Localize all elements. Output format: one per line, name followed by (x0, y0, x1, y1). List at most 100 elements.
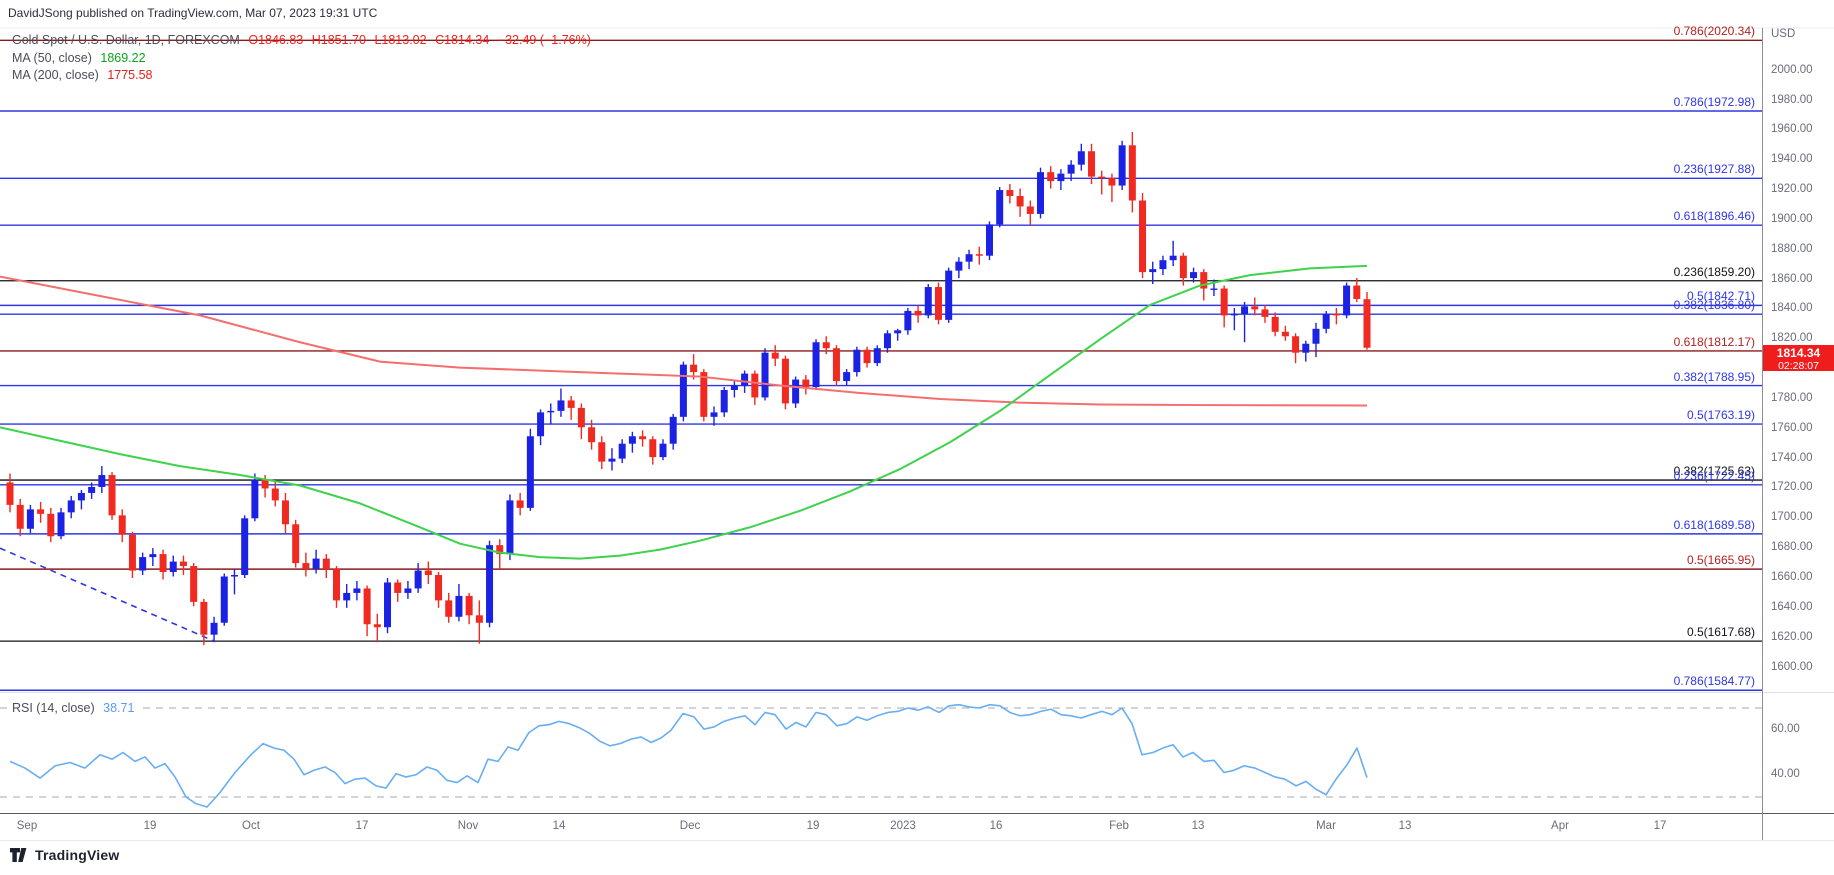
candle-body (1302, 344, 1309, 353)
fib-label: 0.236(1859.20) (1674, 265, 1755, 279)
candle-body (98, 475, 105, 487)
candle-body (343, 593, 350, 600)
fib-lines-layer (0, 40, 1762, 690)
candle-body (986, 224, 993, 255)
ohlc-low: L1813.02 (374, 33, 426, 47)
price-tick-label: 2000.00 (1771, 64, 1813, 76)
ma50-legend[interactable]: MA (50, close) 1869.22 (12, 51, 146, 65)
change-value: −32.49 (−1.76%) (498, 33, 591, 47)
time-axis-label: Apr (1551, 820, 1569, 832)
last-price-badge: 1814.34 02:28:07 (1763, 345, 1834, 371)
price-tick-label: 1620.00 (1771, 631, 1813, 643)
candle-body (27, 509, 34, 528)
fib-label: 0.5(1763.19) (1687, 408, 1755, 422)
price-tick-label: 1980.00 (1771, 94, 1813, 106)
candle-body (711, 412, 718, 416)
candle-body (313, 559, 320, 569)
candle-body (557, 400, 564, 410)
candle-body (119, 515, 126, 534)
fib-label: 0.236(1927.88) (1674, 162, 1755, 176)
candle-body (1037, 172, 1044, 214)
candle-body (996, 190, 1003, 224)
candle-body (58, 512, 65, 536)
candle-body (1261, 309, 1268, 316)
tradingview-chart-window: DavidJSong published on TradingView.com,… (0, 0, 1834, 875)
fib-label: 0.618(1689.58) (1674, 518, 1755, 532)
candle-body (935, 287, 942, 320)
fib-label: 0.382(1836.80) (1674, 298, 1755, 312)
candle-body (700, 372, 707, 417)
candle-body (1221, 289, 1228, 316)
candle-body (486, 545, 493, 623)
tradingview-logo-text: TradingView (35, 847, 119, 863)
rsi-levels-layer (0, 708, 1762, 797)
candle-body (731, 386, 738, 390)
ohlc-open: O1846.83 (248, 33, 303, 47)
price-tick-label: 1640.00 (1771, 601, 1813, 613)
tradingview-logo[interactable]: TradingView (10, 847, 119, 863)
candle-body (884, 333, 891, 348)
price-tick-label: 1600.00 (1771, 661, 1813, 673)
fib-label: 0.618(1896.46) (1674, 209, 1755, 223)
candle-body (37, 509, 44, 513)
candle-body (333, 569, 340, 600)
candle-body (864, 350, 871, 363)
candle-body (649, 439, 656, 457)
candle-body (292, 524, 299, 563)
ma50-label: MA (50, close) (12, 51, 92, 65)
candle-body (904, 311, 911, 330)
symbol-legend[interactable]: Gold Spot / U.S. Dollar, 1D, FOREXCOM O1… (12, 33, 591, 47)
time-axis-label: Nov (458, 820, 478, 832)
candle-body (802, 380, 809, 387)
candle-body (17, 505, 24, 529)
time-axis-label: 19 (807, 820, 820, 832)
ma200-label: MA (200, close) (12, 68, 99, 82)
candle-body (211, 623, 218, 635)
rsi-tick-label: 60.00 (1771, 723, 1800, 735)
candle-body (476, 615, 483, 622)
rsi-legend[interactable]: RSI (14, close) 38.71 (12, 701, 138, 715)
time-axis-label: 2023 (890, 820, 916, 832)
candle-body (466, 596, 473, 615)
candle-body (1149, 269, 1156, 272)
candle-body (425, 571, 432, 575)
candle-body (139, 557, 146, 570)
fib-label: 0.786(1584.77) (1674, 674, 1755, 688)
candle-body (1272, 317, 1279, 332)
candle-body (190, 566, 197, 602)
candle-body (445, 600, 452, 616)
chart-canvas[interactable] (0, 0, 1834, 875)
candle-body (1251, 306, 1258, 309)
fib-label: 0.5(1665.95) (1687, 553, 1755, 567)
candle-body (598, 442, 605, 461)
candle-body (68, 500, 75, 512)
fib-label: 0.786(1972.98) (1674, 95, 1755, 109)
candle-body (455, 596, 462, 617)
candle-body (506, 500, 513, 554)
fib-label: 0.236(1722.45) (1674, 469, 1755, 483)
candle-body (853, 350, 860, 372)
candle-body (272, 488, 279, 500)
candle-body (843, 372, 850, 381)
candle-body (1292, 336, 1299, 352)
rsi-label: RSI (14, close) (12, 701, 95, 715)
candle-body (1068, 165, 1075, 174)
time-axis-label: 17 (1654, 820, 1667, 832)
price-tick-label: 1960.00 (1771, 123, 1813, 135)
candle-body (1190, 272, 1197, 278)
last-price-value: 1814.34 (1763, 345, 1834, 359)
candle-body (690, 365, 697, 372)
candle-body (833, 348, 840, 381)
candle-body (1027, 206, 1034, 213)
candle-body (527, 436, 534, 508)
candle-body (364, 588, 371, 624)
price-tick-label: 1720.00 (1771, 481, 1813, 493)
candle-body (1333, 314, 1340, 315)
candle-body (629, 436, 636, 443)
candle-body (1180, 256, 1187, 278)
ma200-legend[interactable]: MA (200, close) 1775.58 (12, 68, 153, 82)
candle-body (925, 287, 932, 315)
candle-body (537, 412, 544, 436)
candle-body (517, 500, 524, 507)
candle-body (721, 390, 728, 412)
